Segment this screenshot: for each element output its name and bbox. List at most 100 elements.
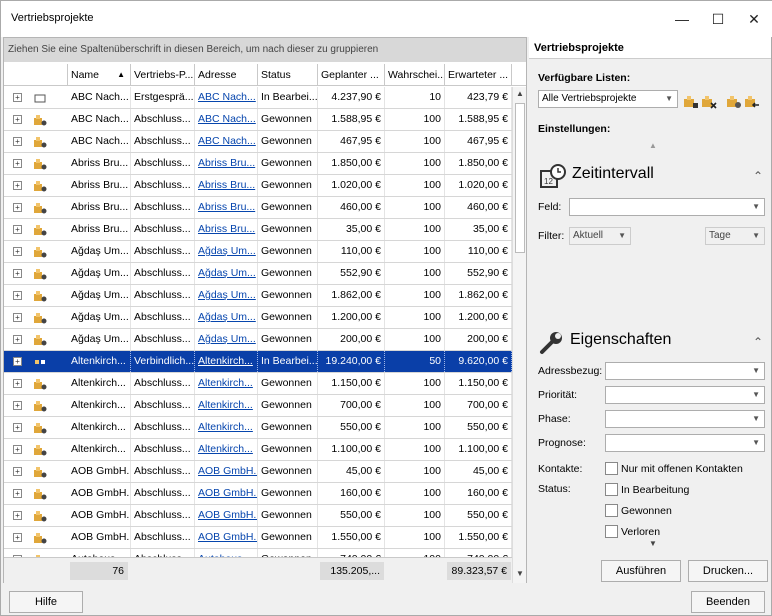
table-cell[interactable]: 1.200,00 €	[318, 307, 385, 328]
table-cell[interactable]: 1.862,00 €	[445, 285, 512, 306]
close-button[interactable]: ✕	[739, 7, 769, 31]
expand-row-icon[interactable]: +	[13, 423, 22, 432]
expand-row-icon[interactable]: +	[13, 93, 22, 102]
address-link[interactable]: Ağdaş Um...	[198, 333, 256, 345]
table-row[interactable]: + Altenkirch... Abschluss... Altenkirch... G…	[4, 373, 512, 395]
list-settings-icon[interactable]	[726, 95, 742, 109]
column-header-expected[interactable]: Erwarteter ...	[445, 64, 512, 86]
table-cell[interactable]: 9.620,00 €	[445, 351, 512, 372]
address-link[interactable]: AOB GmbH...	[198, 509, 257, 521]
table-cell[interactable]: Abriss Bru...	[68, 175, 131, 196]
table-cell[interactable]: 100	[385, 329, 445, 350]
forecast-select[interactable]: ▼	[605, 434, 765, 452]
list-import-icon[interactable]	[744, 95, 760, 109]
minimize-button[interactable]: —	[667, 7, 697, 31]
expand-row-icon[interactable]: +	[13, 335, 22, 344]
table-cell[interactable]: 550,00 €	[318, 505, 385, 526]
address-link[interactable]: ABC Nach...	[198, 135, 256, 147]
table-cell[interactable]: 1.020,00 €	[318, 175, 385, 196]
status-won-checkbox[interactable]	[605, 504, 618, 517]
field-select[interactable]: ▼	[569, 198, 765, 216]
address-link[interactable]: Ağdaş Um...	[198, 289, 256, 301]
table-row[interactable]: + Abriss Bru... Abschluss... Abriss Bru... G…	[4, 153, 512, 175]
table-cell[interactable]: Gewonnen	[258, 527, 318, 548]
column-header-probability[interactable]: Wahrschei...	[385, 64, 445, 86]
table-cell[interactable]: 100	[385, 175, 445, 196]
table-cell[interactable]: ABC Nach...	[195, 109, 258, 130]
table-cell[interactable]: Abschluss...	[131, 505, 195, 526]
table-cell[interactable]: Ağdaş Um...	[68, 241, 131, 262]
table-cell[interactable]: AOB GmbH...	[68, 505, 131, 526]
save-list-icon[interactable]	[683, 95, 699, 109]
expand-row-icon[interactable]: +	[13, 137, 22, 146]
table-cell[interactable]: 100	[385, 153, 445, 174]
table-cell[interactable]: Abriss Bru...	[195, 153, 258, 174]
table-cell[interactable]: Altenkirch...	[68, 417, 131, 438]
table-cell[interactable]: 1.850,00 €	[445, 153, 512, 174]
expand-row-icon[interactable]: +	[13, 467, 22, 476]
table-cell[interactable]: Abschluss...	[131, 263, 195, 284]
table-cell[interactable]: 100	[385, 461, 445, 482]
delete-list-icon[interactable]	[701, 95, 717, 109]
table-cell[interactable]: 19.240,00 €	[318, 351, 385, 372]
table-cell[interactable]: Abschluss...	[131, 329, 195, 350]
address-link[interactable]: Altenkirch...	[198, 399, 253, 411]
table-cell[interactable]: 35,00 €	[445, 219, 512, 240]
expand-row-icon[interactable]: +	[13, 159, 22, 168]
table-row[interactable]: + Ağdaş Um... Abschluss... Ağdaş Um... Gewon…	[4, 285, 512, 307]
table-cell[interactable]: Gewonnen	[258, 109, 318, 130]
table-cell[interactable]: 100	[385, 395, 445, 416]
address-select[interactable]: ▼	[605, 362, 765, 380]
table-cell[interactable]: Ağdaş Um...	[195, 263, 258, 284]
expand-row-icon[interactable]: +	[13, 511, 22, 520]
table-row[interactable]: + ABC Nach... Erstgesprä... ABC Nach... In B…	[4, 87, 512, 109]
table-cell[interactable]: ABC Nach...	[68, 87, 131, 108]
table-cell[interactable]: Abriss Bru...	[68, 153, 131, 174]
table-cell[interactable]: Abschluss...	[131, 395, 195, 416]
column-header-status[interactable]: Status	[258, 64, 318, 86]
table-cell[interactable]: Abschluss...	[131, 483, 195, 504]
table-row[interactable]: + Altenkirch... Verbindlich... Altenkirch..…	[4, 351, 512, 373]
table-cell[interactable]: AOB GmbH...	[68, 527, 131, 548]
table-row[interactable]: + AOB GmbH... Abschluss... AOB GmbH... Gewon…	[4, 505, 512, 527]
table-row[interactable]: + Altenkirch... Abschluss... Altenkirch... G…	[4, 439, 512, 461]
table-cell[interactable]: 110,00 €	[445, 241, 512, 262]
expand-row-icon[interactable]: +	[13, 357, 22, 366]
table-cell[interactable]: Gewonnen	[258, 219, 318, 240]
table-cell[interactable]: ABC Nach...	[195, 131, 258, 152]
table-cell[interactable]: 700,00 €	[318, 395, 385, 416]
scroll-thumb[interactable]	[515, 103, 525, 253]
table-cell[interactable]: Abriss Bru...	[195, 197, 258, 218]
table-cell[interactable]: 35,00 €	[318, 219, 385, 240]
table-cell[interactable]: 45,00 €	[318, 461, 385, 482]
table-cell[interactable]: 100	[385, 439, 445, 460]
table-cell[interactable]: Abschluss...	[131, 197, 195, 218]
address-link[interactable]: Abriss Bru...	[198, 157, 255, 169]
table-cell[interactable]: Gewonnen	[258, 241, 318, 262]
table-cell[interactable]: AOB GmbH...	[195, 461, 258, 482]
expand-row-icon[interactable]: +	[13, 533, 22, 542]
table-cell[interactable]: 550,00 €	[318, 417, 385, 438]
table-cell[interactable]: Abschluss...	[131, 307, 195, 328]
table-cell[interactable]: Abriss Bru...	[195, 175, 258, 196]
table-cell[interactable]: Gewonnen	[258, 329, 318, 350]
table-cell[interactable]: 10	[385, 87, 445, 108]
table-cell[interactable]: Altenkirch...	[68, 395, 131, 416]
table-cell[interactable]: 100	[385, 241, 445, 262]
table-cell[interactable]: 160,00 €	[318, 483, 385, 504]
table-cell[interactable]: Abschluss...	[131, 241, 195, 262]
table-cell[interactable]: 100	[385, 417, 445, 438]
table-row[interactable]: + Altenkirch... Abschluss... Altenkirch... G…	[4, 395, 512, 417]
column-header-planned[interactable]: Geplanter ...	[318, 64, 385, 86]
table-cell[interactable]: AOB GmbH...	[68, 461, 131, 482]
table-cell[interactable]: Abriss Bru...	[68, 197, 131, 218]
table-row[interactable]: + Ağdaş Um... Abschluss... Ağdaş Um... Gewon…	[4, 241, 512, 263]
maximize-button[interactable]: ☐	[703, 7, 733, 31]
table-cell[interactable]: AOB GmbH...	[68, 483, 131, 504]
table-cell[interactable]: Altenkirch...	[68, 373, 131, 394]
table-cell[interactable]: 1.020,00 €	[445, 175, 512, 196]
table-cell[interactable]: 45,00 €	[445, 461, 512, 482]
table-cell[interactable]: Abschluss...	[131, 527, 195, 548]
table-cell[interactable]: 1.100,00 €	[445, 439, 512, 460]
address-link[interactable]: Ağdaş Um...	[198, 245, 256, 257]
